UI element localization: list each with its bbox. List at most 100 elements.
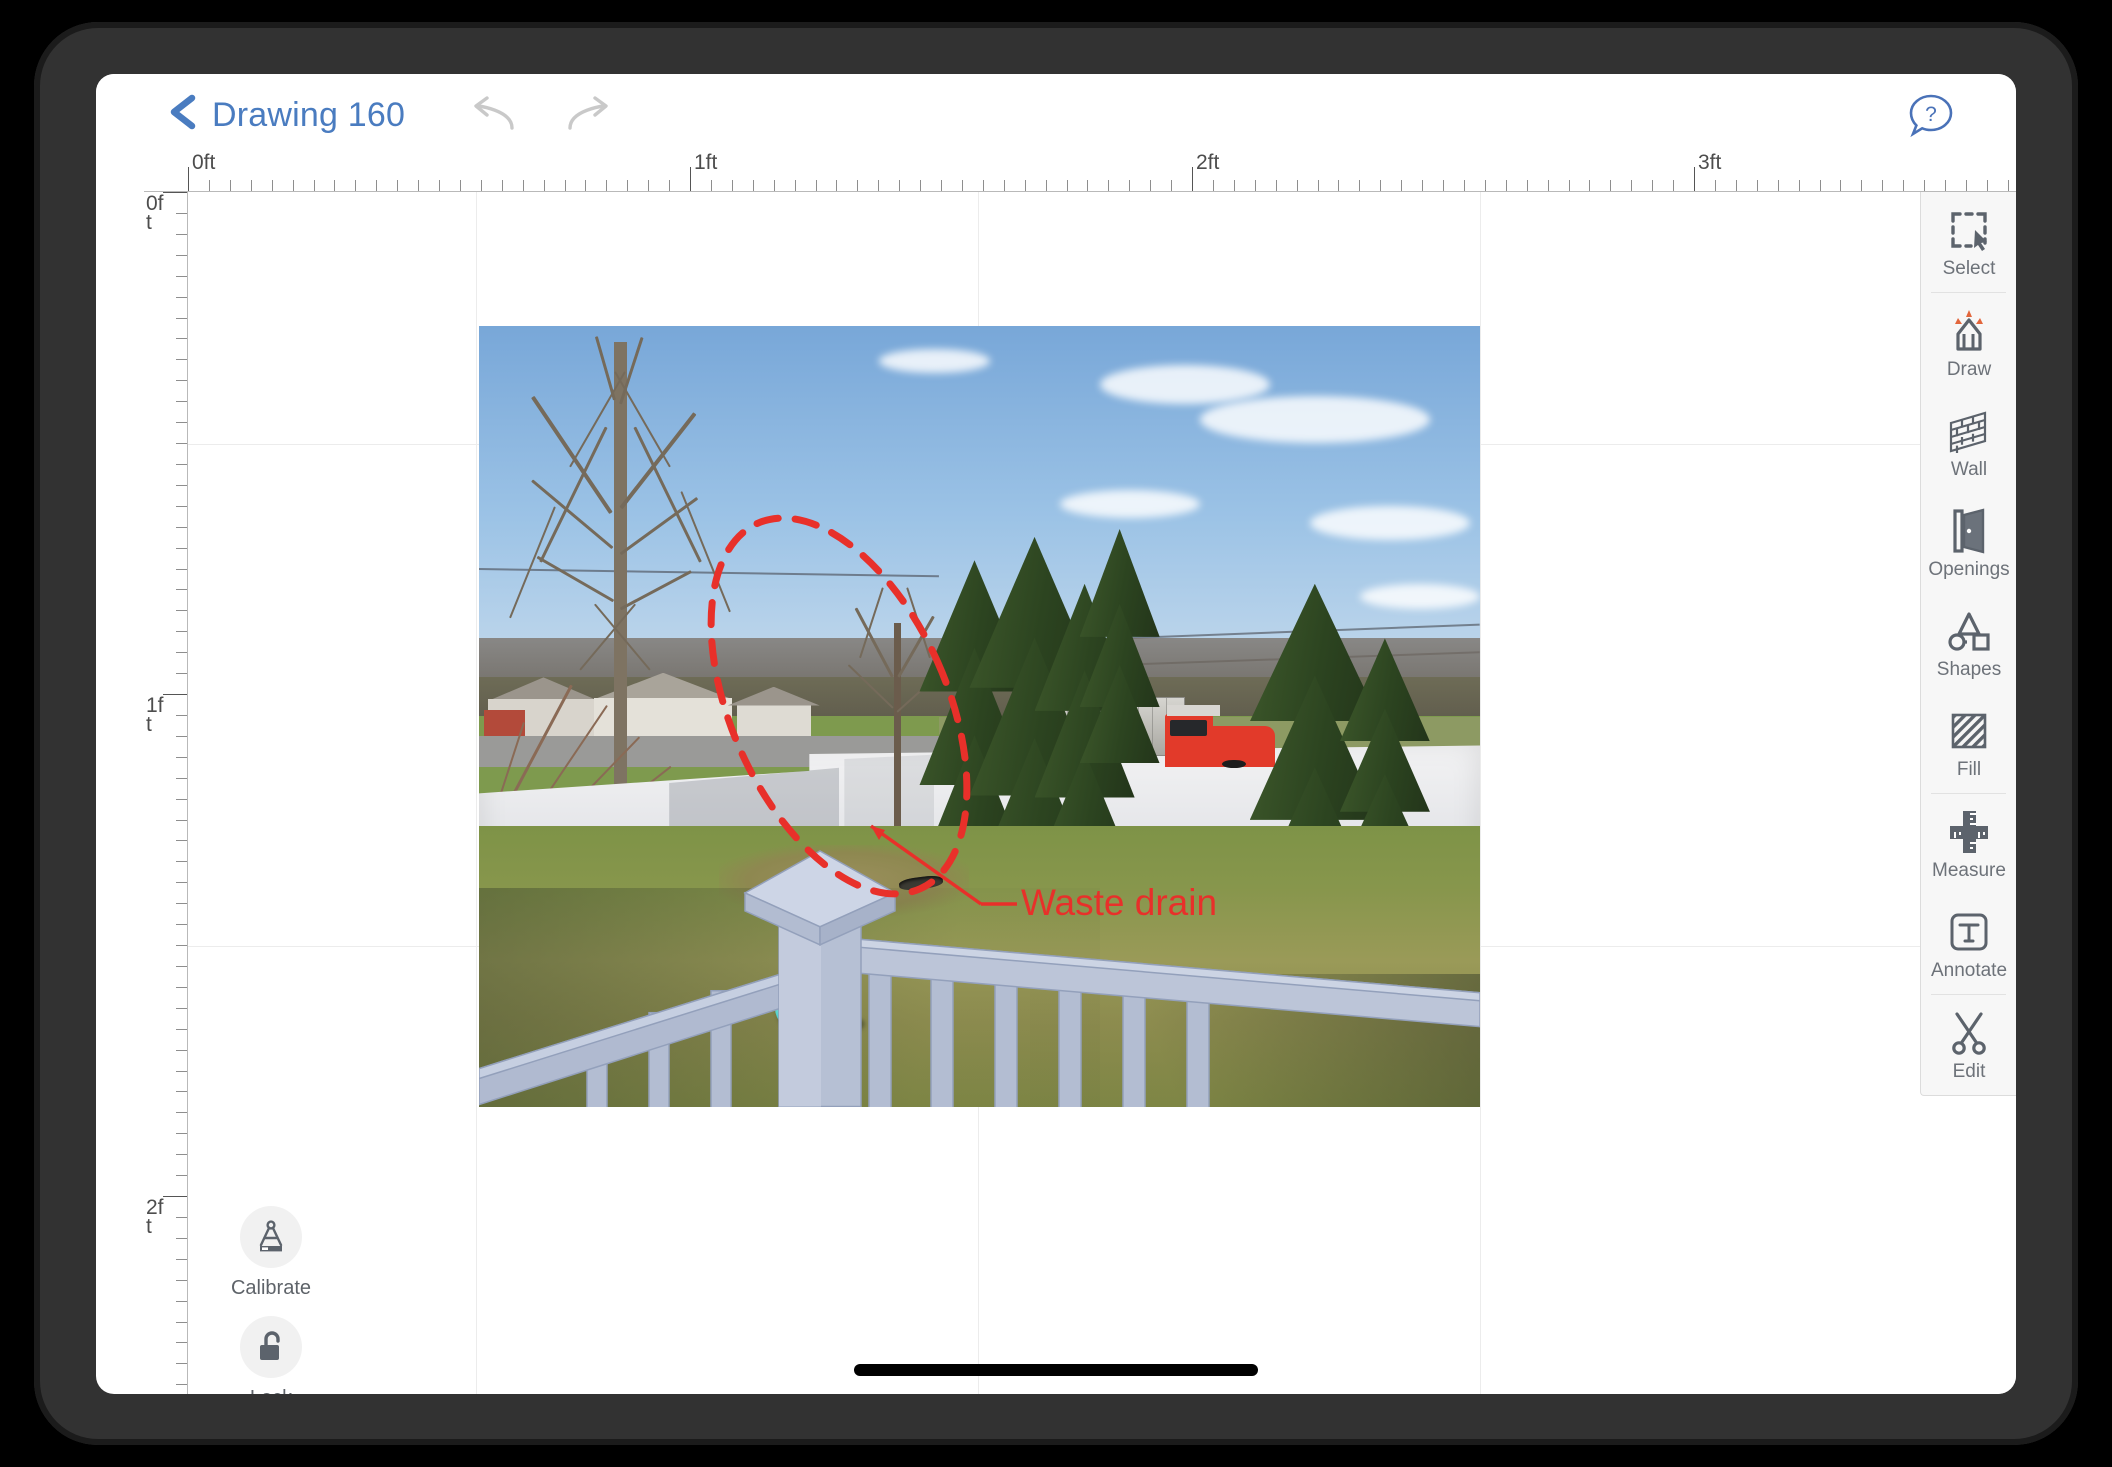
ruler-minor-tick [176, 986, 187, 988]
ruler-minor-tick [1443, 180, 1444, 191]
ruler-minor-tick [418, 180, 420, 191]
ruler-minor-tick [176, 798, 187, 800]
backyard-photo[interactable]: Waste drain [479, 326, 1480, 1107]
ruler-minor-tick [1777, 180, 1779, 191]
ruler-minor-tick [710, 180, 712, 191]
ruler-minor-tick [1463, 180, 1465, 191]
ruler-minor-tick [208, 180, 210, 191]
ruler-minor-tick [176, 589, 187, 591]
ruler-minor-tick [176, 296, 187, 298]
home-indicator[interactable] [854, 1364, 1258, 1376]
calibrate-button[interactable]: Calibrate [216, 1206, 326, 1300]
ruler-minor-tick [176, 673, 187, 675]
ruler-minor-tick [439, 180, 440, 191]
ruler-minor-tick [1087, 180, 1089, 191]
ruler-major-tick [163, 192, 187, 193]
ruler-minor-tick [176, 965, 187, 967]
ruler-label-horizontal: 2ft [1196, 151, 1220, 174]
ruler-minor-tick [229, 180, 231, 191]
ruler-minor-tick [1986, 180, 1988, 191]
redo-arrow-icon[interactable] [558, 94, 614, 138]
dashed-ellipse-annotation [707, 514, 971, 898]
ruler-minor-tick [355, 180, 357, 191]
ruler-minor-tick [857, 180, 859, 191]
ruler-minor-tick [176, 1279, 187, 1281]
ruler-minor-tick [176, 631, 187, 633]
ruler-minor-tick [1233, 180, 1235, 191]
ruler-minor-tick [176, 547, 187, 549]
ruler-label-vertical: 0ft [146, 192, 164, 234]
ruler-minor-tick [1798, 180, 1800, 191]
ruler-minor-tick [773, 180, 775, 191]
ruler-minor-tick [176, 212, 187, 214]
ruler-minor-tick [1401, 180, 1403, 191]
callout-arrowhead [871, 826, 885, 840]
ruler-minor-tick [176, 505, 187, 507]
ruler-minor-tick [176, 463, 187, 465]
help-question-bubble-icon[interactable]: ? [1904, 90, 1958, 140]
ruler-minor-tick [522, 180, 524, 191]
tool-shapes[interactable]: Shapes [1921, 593, 2016, 693]
tool-openings[interactable]: Openings [1921, 493, 2016, 593]
ruler-minor-tick [480, 180, 482, 191]
ruler-minor-tick [176, 777, 187, 779]
door-icon [1949, 506, 1989, 556]
pencil-sparkle-icon [1947, 306, 1991, 356]
annotation-layer[interactable]: Waste drain [479, 326, 1480, 1107]
select-marquee-icon [1947, 205, 1991, 255]
ruler-minor-tick [752, 180, 754, 191]
ruler-minor-tick [176, 233, 187, 235]
ruler-minor-tick [1735, 180, 1737, 191]
lock-button[interactable]: Lock [216, 1316, 326, 1394]
ruler-minor-tick [176, 945, 187, 946]
ruler-minor-tick [176, 1216, 187, 1218]
tool-label: Wall [1950, 458, 1988, 480]
ruler-minor-tick [176, 819, 187, 821]
tool-select[interactable]: Select [1921, 192, 2016, 292]
ruler-minor-tick [1108, 180, 1110, 191]
undo-arrow-icon[interactable] [468, 94, 524, 138]
brick-wall-icon [1945, 406, 1993, 456]
tool-fill[interactable]: Fill [1921, 693, 2016, 793]
callout-label: Waste drain [1021, 882, 1217, 923]
back-chevron-icon[interactable] [166, 92, 200, 132]
ruler-minor-tick [1422, 180, 1424, 191]
ruler-minor-tick [1359, 180, 1361, 191]
ruler-minor-tick [627, 180, 629, 191]
ruler-minor-tick [176, 1154, 187, 1156]
ruler-minor-tick [176, 714, 187, 716]
tool-measure[interactable]: Measure [1921, 794, 2016, 894]
ruler-minor-tick [1714, 180, 1716, 191]
drawing-canvas[interactable]: Waste drain [188, 192, 2016, 1394]
ruler-minor-tick [1338, 180, 1340, 191]
ruler-minor-tick [1589, 180, 1591, 191]
ruler-minor-tick [292, 180, 294, 191]
tool-draw[interactable]: Draw [1921, 293, 2016, 393]
ruler-minor-tick [176, 484, 187, 486]
tool-edit[interactable]: Edit [1921, 995, 2016, 1095]
tool-annotate[interactable]: Annotate [1921, 894, 2016, 994]
ruler-minor-tick [176, 1133, 187, 1135]
ruler-cross-icon [1946, 807, 1992, 857]
gridline-vertical [1480, 192, 1481, 1394]
ruler-minor-tick [271, 180, 273, 191]
ruler-minor-tick [176, 1300, 187, 1302]
ruler-minor-tick [176, 401, 187, 403]
tool-label: Draw [1946, 358, 1992, 380]
ruler-minor-tick [334, 180, 336, 191]
ruler-minor-tick [1024, 180, 1026, 191]
horizontal-ruler[interactable]: 0ft1ft2ft3ft4ft5ft [144, 148, 2016, 192]
tool-wall[interactable]: Wall [1921, 393, 2016, 493]
hatch-fill-icon [1948, 706, 1990, 756]
ruler-minor-tick [501, 180, 503, 191]
tool-label: Measure [1932, 859, 2006, 881]
navigation-bar: Drawing 160 ? [96, 74, 2016, 148]
vertical-ruler[interactable]: 0ft1ft2ft3ft [144, 192, 188, 1394]
ruler-minor-tick [397, 180, 399, 191]
ruler-major-tick [163, 1196, 187, 1197]
ruler-minor-tick [176, 275, 187, 277]
ruler-minor-tick [1129, 180, 1131, 191]
ruler-minor-tick [1275, 180, 1277, 191]
ruler-minor-tick [731, 180, 733, 191]
ruler-minor-tick [1610, 180, 1612, 191]
